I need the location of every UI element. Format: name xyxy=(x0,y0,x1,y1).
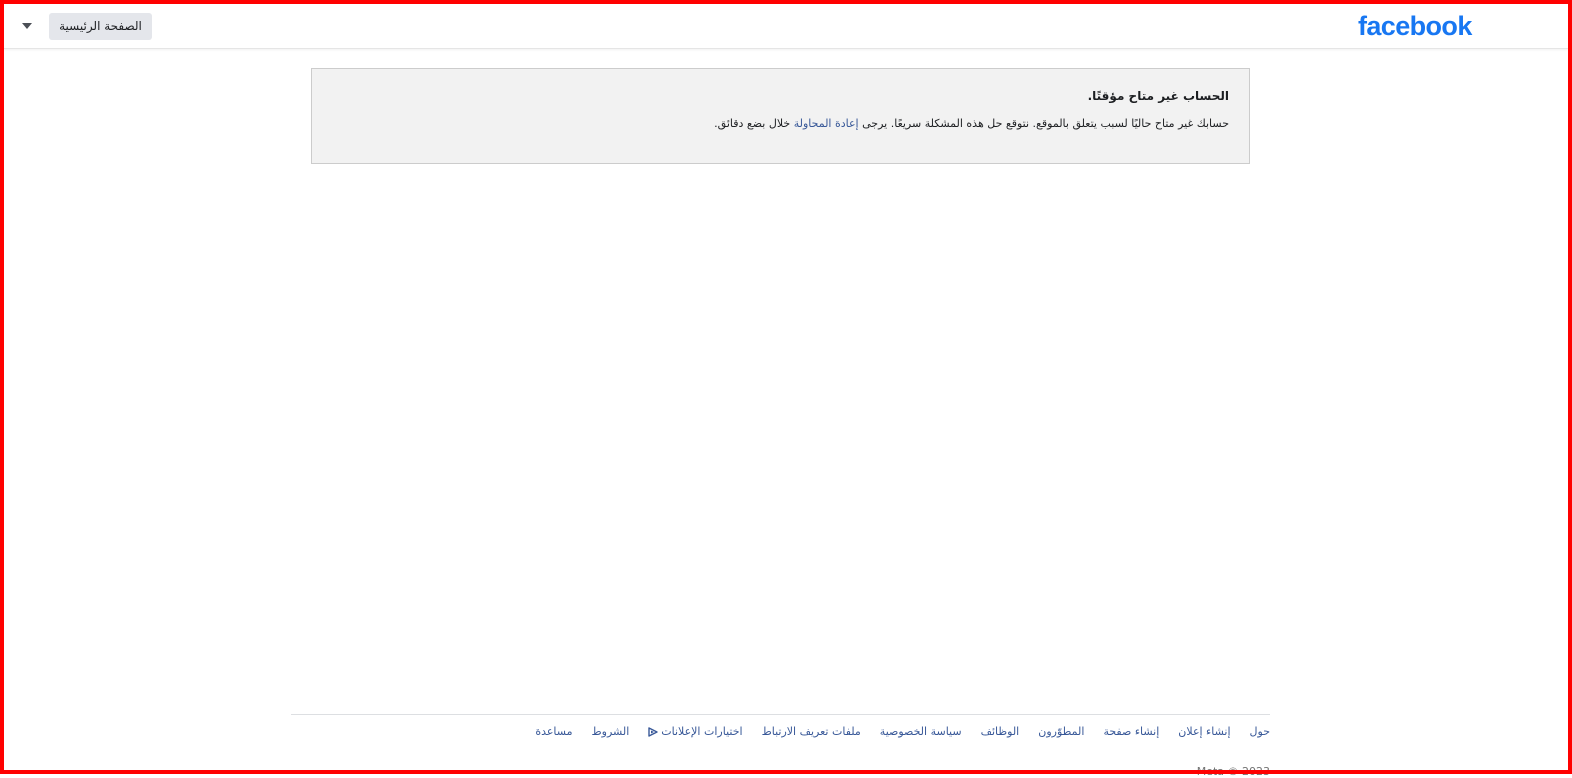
footer-link-privacy[interactable]: سياسة الخصوصية xyxy=(880,725,962,738)
home-button[interactable]: الصفحة الرئيسية xyxy=(49,13,152,40)
footer-link-create-page[interactable]: إنشاء صفحة xyxy=(1103,725,1159,738)
footer-link-careers[interactable]: الوظائف xyxy=(981,725,1020,738)
footer-link-create-ad[interactable]: إنشاء إعلان xyxy=(1178,725,1230,738)
footer-link-developers[interactable]: المطوّرون xyxy=(1038,725,1084,738)
facebook-logo[interactable]: facebook xyxy=(1358,10,1472,42)
account-unavailable-notice: الحساب غير متاح مؤقتًا. حسابك غير متاح ح… xyxy=(311,68,1250,164)
footer: حول إنشاء إعلان إنشاء صفحة المطوّرون الو… xyxy=(291,714,1270,778)
caret-down-icon[interactable] xyxy=(22,23,32,29)
notice-body-before: حسابك غير متاح حاليًا لسبب يتعلق بالموقع… xyxy=(858,117,1229,130)
adchoices-icon xyxy=(648,726,658,737)
notice-body: حسابك غير متاح حاليًا لسبب يتعلق بالموقع… xyxy=(714,117,1229,130)
copyright: Meta © 2023 xyxy=(1196,765,1270,778)
footer-link-ad-choices[interactable]: اختيارات الإعلانات xyxy=(648,725,743,738)
retry-link[interactable]: إعادة المحاولة xyxy=(794,117,859,130)
top-bar: facebook الصفحة الرئيسية xyxy=(4,4,1568,49)
footer-links: حول إنشاء إعلان إنشاء صفحة المطوّرون الو… xyxy=(516,725,1270,738)
notice-title: الحساب غير متاح مؤقتًا. xyxy=(1087,89,1229,103)
footer-link-help[interactable]: مساعدة xyxy=(535,725,572,738)
footer-link-cookies[interactable]: ملفات تعريف الارتباط xyxy=(762,725,861,738)
notice-body-after: خلال بضع دقائق. xyxy=(714,117,794,130)
footer-link-terms[interactable]: الشروط xyxy=(591,725,629,738)
footer-link-about[interactable]: حول xyxy=(1250,725,1270,738)
